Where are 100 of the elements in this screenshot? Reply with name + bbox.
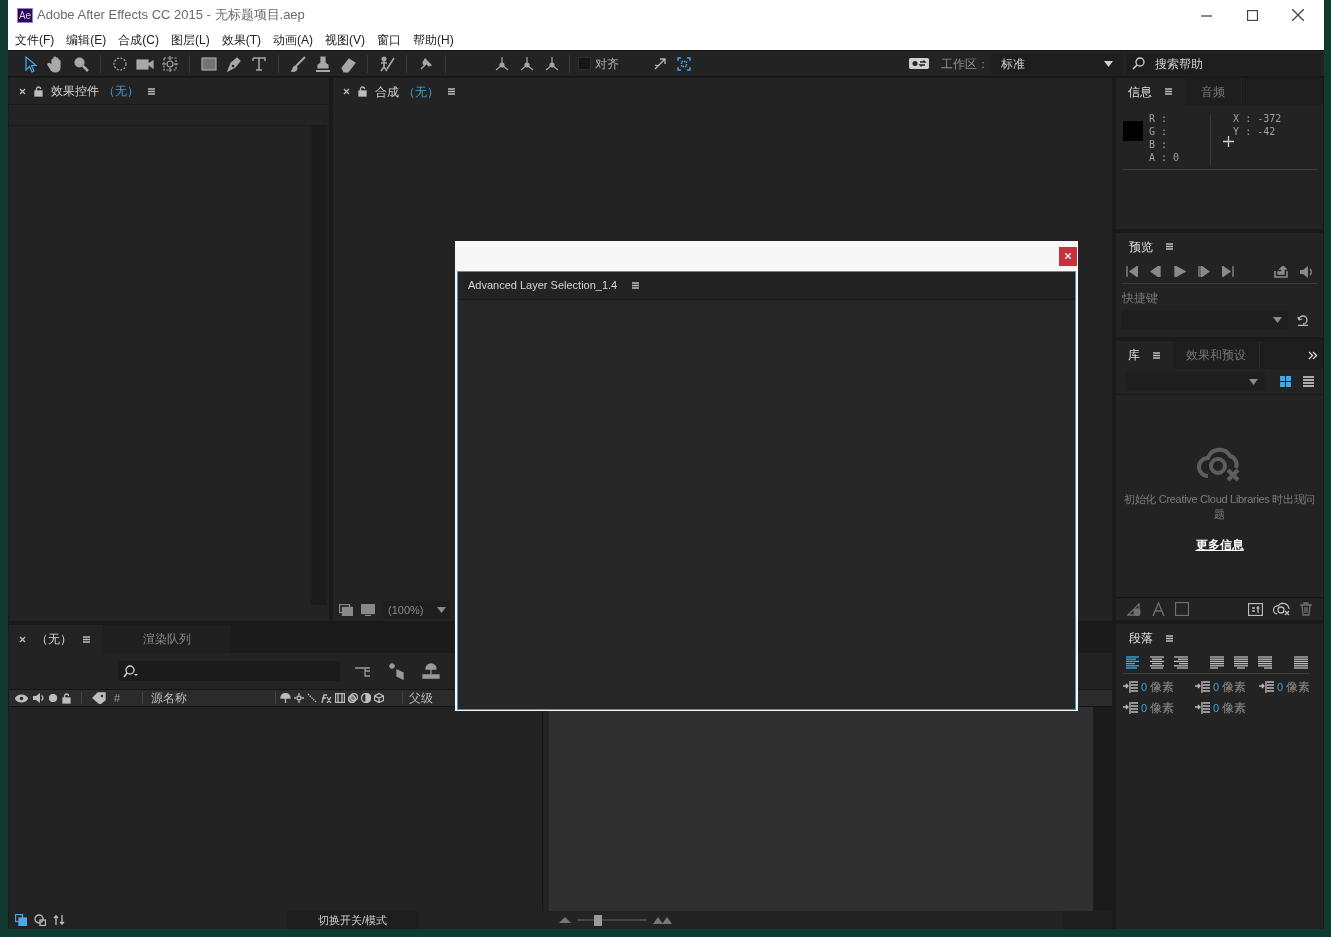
dropdown-arrow-icon[interactable]: [437, 607, 446, 613]
roto-brush-icon[interactable]: [378, 54, 396, 73]
cloud-sync-icon[interactable]: [1273, 602, 1290, 616]
panel-tab[interactable]: 效果和预设: [1173, 341, 1260, 369]
chevron-double-right-icon[interactable]: [1308, 350, 1318, 360]
timeline-tab[interactable]: （无）: [9, 625, 103, 653]
adjustment-icon[interactable]: [361, 693, 371, 703]
menu-icon[interactable]: [1165, 633, 1174, 643]
close-icon[interactable]: [343, 88, 350, 95]
expand-arrow-icon[interactable]: [653, 56, 667, 71]
paragraph-value-field[interactable]: 0: [1213, 678, 1220, 696]
workspace-dropdown[interactable]: 标准: [991, 52, 1123, 75]
justify-right-icon[interactable]: [1258, 656, 1272, 669]
lock-icon[interactable]: [62, 692, 71, 704]
menu-icon[interactable]: [1152, 350, 1161, 360]
menu-item[interactable]: 文件(F): [9, 31, 61, 49]
menu-icon[interactable]: [147, 86, 156, 96]
axis-icon[interactable]: [518, 54, 536, 73]
menu-item[interactable]: 效果(T): [215, 31, 267, 49]
skip-to-end-icon[interactable]: [1222, 266, 1234, 277]
snap-checkbox[interactable]: [578, 57, 591, 70]
magnifier-icon[interactable]: [72, 54, 90, 73]
label-tag-icon[interactable]: [92, 692, 106, 704]
slider-thumb[interactable]: [594, 914, 603, 926]
lock-icon[interactable]: [34, 85, 43, 97]
close-icon[interactable]: [19, 635, 26, 643]
zoom-slider[interactable]: [577, 914, 647, 926]
column-header[interactable]: #: [114, 689, 142, 707]
add-graphic-icon[interactable]: [1127, 602, 1142, 616]
workspace-icon[interactable]: [909, 58, 929, 69]
menu-item[interactable]: 编辑(E): [60, 31, 113, 49]
composition-flowchart-icon[interactable]: [15, 914, 27, 926]
trash-icon[interactable]: [1300, 602, 1312, 616]
grid-view-icon[interactable]: [1280, 376, 1291, 387]
menu-item[interactable]: 视图(V): [319, 31, 371, 49]
close-icon[interactable]: [19, 87, 26, 95]
column-header[interactable]: 源名称: [151, 689, 275, 707]
panel-tab[interactable]: Advanced Layer Selection_1.4: [468, 277, 618, 294]
reset-icon[interactable]: [1297, 313, 1309, 326]
toggle-switches-modes-button[interactable]: 切换开关/模式: [286, 911, 419, 929]
panel-tab[interactable]: 信息: [1116, 78, 1185, 105]
speaker-icon[interactable]: [33, 693, 44, 703]
add-stock-icon[interactable]: [1248, 602, 1263, 616]
monitor-icon[interactable]: [361, 604, 375, 616]
snap-frame-icon[interactable]: [677, 56, 691, 71]
panel-tab[interactable]: 合成: [375, 82, 399, 101]
zoom-in-icon[interactable]: [653, 916, 673, 924]
menu-icon[interactable]: [82, 634, 91, 644]
snapshot-icon[interactable]: [339, 604, 353, 616]
panel-tab[interactable]: 预览: [1129, 237, 1153, 256]
anchor-frame-icon[interactable]: [161, 54, 179, 73]
shy-icon[interactable]: [280, 693, 291, 703]
brush-icon[interactable]: [289, 54, 307, 73]
justify-all-icon[interactable]: [1294, 656, 1308, 669]
axis-icon[interactable]: [543, 54, 561, 73]
menu-icon[interactable]: [1164, 87, 1173, 96]
rotate-icon[interactable]: [111, 54, 129, 73]
menu-item[interactable]: 合成(C): [112, 31, 165, 49]
paragraph-value-field[interactable]: 0: [1141, 678, 1148, 696]
sun-icon[interactable]: [294, 693, 304, 703]
cube-icon[interactable]: [374, 693, 384, 703]
timeline-search-field[interactable]: [118, 661, 340, 681]
rectangle-icon[interactable]: [200, 54, 218, 73]
selection-arrow-icon[interactable]: [22, 54, 40, 73]
panel-tab[interactable]: 效果控件: [51, 82, 99, 100]
motion-blur-icon[interactable]: [348, 693, 358, 703]
lock-icon[interactable]: [358, 86, 367, 97]
justify-left-icon[interactable]: [1210, 656, 1224, 669]
menu-item[interactable]: 动画(A): [267, 31, 319, 49]
close-button[interactable]: [1059, 246, 1077, 266]
paragraph-value-field[interactable]: 0: [1213, 699, 1220, 717]
align-right-icon[interactable]: [1174, 656, 1188, 669]
slash-icon[interactable]: [307, 693, 317, 703]
dropdown-arrow-icon[interactable]: [1104, 60, 1113, 67]
panel-tab[interactable]: 段落: [1129, 629, 1153, 647]
axis-icon[interactable]: [493, 54, 511, 73]
menu-item[interactable]: 窗口: [371, 31, 407, 49]
stamp-icon[interactable]: [314, 54, 332, 73]
more-info-link[interactable]: 更多信息: [1195, 536, 1244, 554]
list-view-icon[interactable]: [1303, 376, 1314, 387]
justify-center-icon[interactable]: [1234, 656, 1248, 669]
menu-item[interactable]: 帮助(H): [407, 31, 460, 49]
solid-cube-icon[interactable]: [388, 662, 406, 680]
play-icon[interactable]: [1174, 266, 1186, 277]
film-icon[interactable]: [335, 693, 345, 703]
dropdown-arrow-icon[interactable]: [1273, 316, 1282, 323]
type-tool-icon[interactable]: [250, 54, 268, 73]
panel-tab[interactable]: 库: [1116, 341, 1173, 369]
add-color-icon[interactable]: [1175, 602, 1189, 616]
search-icon[interactable]: [1132, 57, 1145, 70]
timeline-tab[interactable]: 渲染队列: [103, 625, 231, 653]
menu-item[interactable]: 图层(L): [165, 31, 216, 49]
step-back-icon[interactable]: [1150, 266, 1162, 277]
expand-panes-icon[interactable]: [34, 914, 46, 926]
paragraph-value-field[interactable]: 0: [1277, 678, 1284, 696]
menu-icon[interactable]: [1165, 242, 1174, 251]
dropdown-arrow-icon[interactable]: [1249, 378, 1258, 385]
eye-icon[interactable]: [15, 693, 28, 703]
add-character-style-icon[interactable]: [1152, 602, 1165, 616]
zoom-out-icon[interactable]: [559, 917, 571, 923]
